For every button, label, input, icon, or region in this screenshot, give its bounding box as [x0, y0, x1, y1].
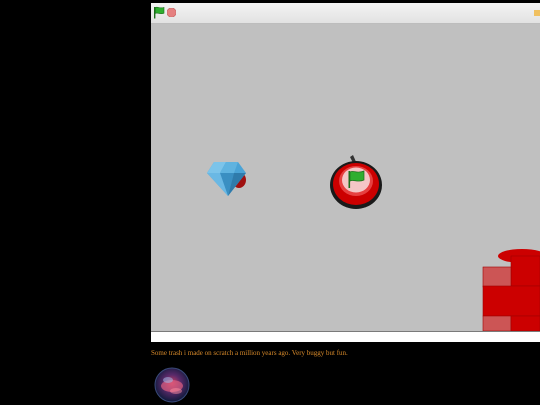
green-flag-icon[interactable] — [153, 6, 165, 19]
diamond-gem-sprite — [207, 162, 246, 196]
project-description: Some trash i made on scratch a million y… — [151, 349, 348, 357]
apple-flag-target-sprite — [330, 155, 382, 209]
scratch-player — [151, 3, 540, 342]
avatar-image[interactable] — [154, 367, 190, 403]
player-bottom-bar — [151, 332, 540, 342]
stop-sign-icon[interactable] — [167, 8, 176, 17]
fullscreen-icon[interactable] — [534, 9, 540, 17]
red-building-sprite — [482, 249, 540, 331]
stage[interactable] — [151, 24, 540, 332]
player-toolbar — [151, 3, 540, 24]
